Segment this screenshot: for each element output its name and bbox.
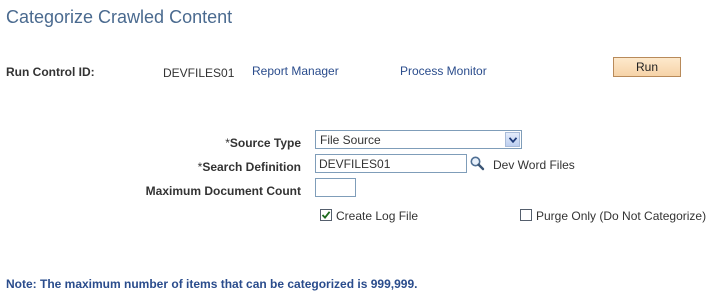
search-definition-label-text: Search Definition xyxy=(202,160,301,174)
report-manager-link[interactable]: Report Manager xyxy=(252,64,339,78)
source-type-label-text: Source Type xyxy=(229,136,301,150)
purge-only-checkbox[interactable] xyxy=(520,209,532,221)
create-log-file-checkbox[interactable] xyxy=(320,209,332,221)
run-control-id-label: Run Control ID: xyxy=(6,65,95,79)
source-type-select[interactable]: File Source xyxy=(315,130,522,149)
run-button[interactable]: Run xyxy=(613,57,681,77)
search-definition-input[interactable] xyxy=(315,154,467,173)
run-control-id-value: DEVFILES01 xyxy=(163,66,235,80)
purge-only-label: Purge Only (Do Not Categorize) xyxy=(536,209,707,223)
max-document-count-input[interactable] xyxy=(315,178,356,197)
source-type-selected: File Source xyxy=(320,133,381,147)
page-title: Categorize Crawled Content xyxy=(6,7,233,27)
search-definition-label: *Search Definition xyxy=(198,160,301,174)
source-type-label: *Source Type xyxy=(225,136,301,150)
chevron-down-icon[interactable] xyxy=(505,132,520,147)
process-monitor-link[interactable]: Process Monitor xyxy=(400,64,487,78)
max-document-count-label: Maximum Document Count xyxy=(145,184,301,198)
checkmark-icon xyxy=(321,211,331,219)
note-text: Note: The maximum number of items that c… xyxy=(6,277,418,291)
create-log-file-label: Create Log File xyxy=(336,209,419,223)
magnifier-icon[interactable] xyxy=(469,155,485,171)
search-definition-description: Dev Word Files xyxy=(493,158,575,172)
